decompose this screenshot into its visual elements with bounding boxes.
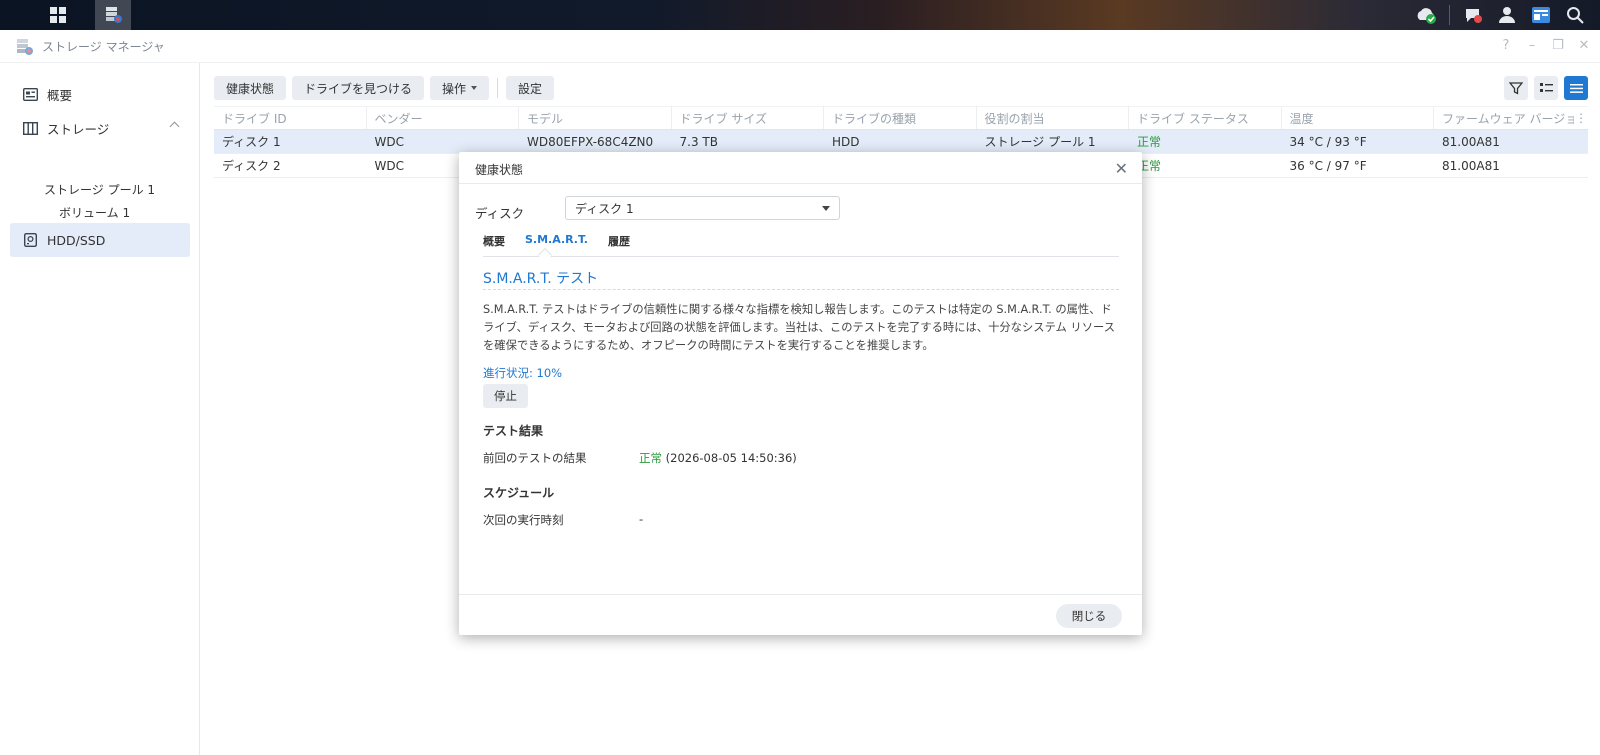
settings-button[interactable]: 設定: [506, 76, 555, 100]
minimize-icon[interactable]: –: [1526, 38, 1538, 53]
health-status-dialog: 健康状態 ✕ ディスク ディスク 1 概要 S.M.A.R.T. 履歴 S.M.…: [459, 152, 1142, 635]
search-icon[interactable]: [1558, 0, 1592, 30]
main-menu-button[interactable]: [40, 0, 76, 30]
help-icon[interactable]: ?: [1500, 38, 1512, 53]
table-cell: WD80EFPX-68C4ZN0: [527, 134, 654, 149]
close-icon[interactable]: ✕: [1115, 159, 1128, 178]
test-results-heading: テスト結果: [483, 424, 544, 438]
overview-icon: [22, 86, 38, 102]
health-status-button[interactable]: 健康状態: [214, 76, 287, 100]
table-cell: WDC: [374, 134, 404, 149]
chevron-up-icon[interactable]: [169, 121, 180, 132]
list-view-button[interactable]: [1534, 76, 1558, 100]
table-cell: 81.00A81: [1442, 134, 1500, 149]
column-header[interactable]: モデル: [519, 107, 672, 129]
sidebar-item-hdd-ssd[interactable]: HDD/SSD: [10, 223, 190, 257]
progress-status: 進行状況: 10%: [483, 366, 563, 380]
notifications-icon[interactable]: [1456, 0, 1490, 30]
column-header[interactable]: 温度: [1282, 107, 1434, 129]
tab-smart[interactable]: S.M.A.R.T.: [525, 233, 588, 249]
storage-manager-icon: [14, 37, 34, 60]
status-cell: 正常: [1137, 135, 1162, 149]
titlebar: ストレージ マネージャ ? – ❐ ✕: [0, 30, 1600, 63]
hdd-icon: [22, 232, 38, 248]
column-header[interactable]: 役割の割当: [977, 107, 1129, 129]
table-cell: HDD: [832, 134, 860, 149]
close-button[interactable]: 閉じる: [1056, 604, 1122, 628]
column-options-icon[interactable]: ⋮: [1574, 107, 1588, 129]
column-header[interactable]: ドライブ ID: [214, 107, 367, 129]
list-icon: [1539, 83, 1553, 92]
table-header: ドライブ ID ベンダー モデル ドライブ サイズ ドライブの種類 役割の割当 …: [214, 106, 1588, 130]
last-result-time: (2026-08-05 14:50:36): [665, 451, 797, 465]
sidebar-item-storage-pool[interactable]: ストレージ プール 1: [44, 181, 155, 198]
chevron-down-icon: [822, 206, 830, 211]
grid-icon: [50, 7, 66, 23]
dialog-tabs: 概要 S.M.A.R.T. 履歴: [483, 233, 630, 249]
table-cell: ディスク 2: [222, 159, 281, 173]
table-cell: 7.3 TB: [679, 134, 718, 149]
tab-overview[interactable]: 概要: [483, 233, 505, 249]
filter-icon: [1509, 82, 1523, 95]
column-header[interactable]: ベンダー: [367, 107, 519, 129]
sidebar-item-overview[interactable]: 概要: [10, 77, 190, 111]
find-drive-button[interactable]: ドライブを見つける: [292, 76, 425, 100]
toolbar: 健康状態 ドライブを見つける 操作 設定: [214, 76, 555, 100]
last-result-label: 前回のテストの結果: [483, 451, 587, 465]
column-header[interactable]: ドライブの種類: [824, 107, 977, 129]
table-cell: ストレージ プール 1: [984, 135, 1096, 149]
smart-description: S.M.A.R.T. テストはドライブの信頼性に関する様々な指標を検知し報告しま…: [483, 303, 1116, 352]
next-run-label: 次回の実行時刻: [483, 513, 564, 527]
status-badge: 正常: [639, 451, 662, 465]
table-cell: 34 °C / 93 °F: [1289, 134, 1367, 149]
storage-icon: [22, 120, 38, 136]
table-cell: ディスク 1: [222, 135, 281, 149]
detail-view-button[interactable]: [1564, 76, 1588, 100]
sidebar-item-label: HDD/SSD: [47, 232, 106, 248]
menu-lines-icon: [1569, 83, 1583, 93]
storage-manager-icon: [106, 7, 122, 23]
column-header[interactable]: ドライブ ステータス: [1129, 107, 1282, 129]
tab-history[interactable]: 履歴: [608, 233, 630, 249]
taskbar: [0, 0, 1600, 30]
taskbar-storage-manager[interactable]: [95, 0, 131, 30]
actions-dropdown[interactable]: 操作: [430, 76, 490, 100]
dropdown-arrow-icon: [471, 86, 478, 90]
status-cell: 正常: [1137, 159, 1162, 173]
close-window-icon[interactable]: ✕: [1578, 38, 1590, 53]
sidebar-item-label: 概要: [47, 87, 73, 103]
next-run-value: -: [639, 512, 644, 526]
cloud-sync-icon[interactable]: [1409, 0, 1443, 30]
table-cell: 36 °C / 97 °F: [1289, 158, 1367, 173]
table-cell: 81.00A81: [1442, 158, 1500, 173]
disk-select[interactable]: ディスク 1: [565, 196, 840, 220]
table-row[interactable]: ディスク 1 WDC WD80EFPX-68C4ZN0 7.3 TB HDD ス…: [214, 130, 1588, 154]
sidebar-item-label: ストレージ: [47, 121, 110, 137]
stop-button[interactable]: 停止: [483, 384, 528, 408]
restore-icon[interactable]: ❐: [1552, 38, 1564, 53]
schedule-heading: スケジュール: [483, 486, 555, 500]
column-header[interactable]: ファームウェア バージョン: [1434, 107, 1574, 129]
last-result-value: 正常 (2026-08-05 14:50:36): [639, 450, 797, 466]
active-tab-indicator: [537, 247, 553, 263]
column-header[interactable]: ドライブ サイズ: [672, 107, 824, 129]
user-icon[interactable]: [1490, 0, 1524, 30]
sidebar-item-storage[interactable]: ストレージ: [10, 111, 190, 145]
section-title: S.M.A.R.T. テスト: [483, 271, 599, 287]
filter-button[interactable]: [1504, 76, 1528, 100]
window-title: ストレージ マネージャ: [42, 40, 165, 54]
dialog-title: 健康状態: [475, 163, 524, 177]
widgets-icon[interactable]: [1524, 0, 1558, 30]
sidebar-item-volume[interactable]: ボリューム 1: [59, 204, 130, 221]
sidebar: 概要 ストレージ ストレージ プール 1 ボリューム 1 HDD/SSD: [0, 63, 200, 755]
disk-label: ディスク: [475, 206, 525, 221]
